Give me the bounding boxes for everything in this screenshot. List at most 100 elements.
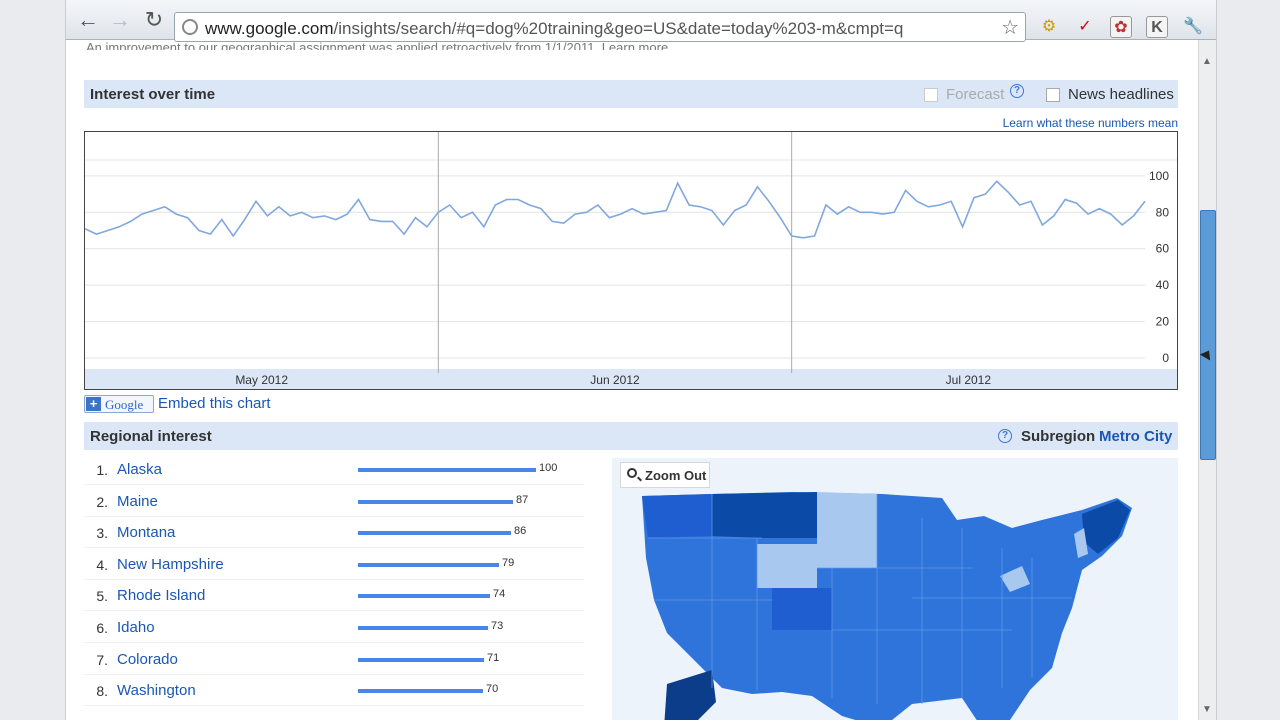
region-row: 1. Alaska 100 bbox=[84, 454, 584, 485]
map-region-colorado bbox=[772, 588, 832, 630]
region-row: 5. Rhode Island 74 bbox=[84, 580, 584, 612]
region-bar bbox=[358, 562, 499, 567]
zoom-out-label: Zoom Out bbox=[645, 468, 707, 483]
url-text: www.google.com/insights/search/#q=dog%20… bbox=[205, 19, 903, 39]
url-path: /insights/search/#q=dog%20training&geo=U… bbox=[333, 19, 904, 38]
browser-window: ← → ↻ www.google.com/insights/search/#q=… bbox=[66, 0, 1216, 720]
interest-header: Interest over time Forecast ? News headl… bbox=[84, 80, 1178, 108]
scroll-up-arrow-icon[interactable]: ▲ bbox=[1202, 56, 1212, 67]
page-content: An improvement to our geographical assig… bbox=[84, 40, 1180, 720]
region-name-link[interactable]: Montana bbox=[117, 524, 175, 541]
map-region-alaska bbox=[664, 670, 716, 720]
region-value: 74 bbox=[493, 588, 506, 601]
region-value: 71 bbox=[487, 651, 500, 664]
region-rank: 8. bbox=[96, 683, 108, 700]
vertical-scrollbar[interactable]: ▲ ▼ bbox=[1198, 40, 1216, 720]
region-bar bbox=[358, 499, 513, 504]
y-tick-label: 60 bbox=[1156, 242, 1170, 256]
wrench-icon[interactable]: 🔧 bbox=[1182, 16, 1204, 38]
forecast-checkbox[interactable] bbox=[924, 88, 938, 102]
region-row: 7. Colorado 71 bbox=[84, 644, 584, 675]
map-region-south-dakota bbox=[817, 534, 877, 568]
browser-toolbar: ← → ↻ www.google.com/insights/search/#q=… bbox=[66, 0, 1216, 42]
region-rank: 6. bbox=[96, 620, 108, 636]
region-name-link[interactable]: Idaho bbox=[117, 619, 155, 636]
map-region-north-dakota bbox=[817, 492, 877, 534]
plus-icon: + bbox=[86, 397, 101, 411]
region-bar bbox=[358, 468, 536, 472]
extension-k-box-icon[interactable]: K bbox=[1146, 16, 1168, 38]
series-line[interactable] bbox=[84, 180, 1146, 239]
y-tick-label: 100 bbox=[1149, 169, 1169, 183]
zoom-out-button[interactable]: Zoom Out bbox=[620, 462, 710, 488]
us-map-svg bbox=[642, 492, 1132, 720]
map-region-washington bbox=[642, 494, 712, 538]
region-row: 3. Montana 86 bbox=[84, 517, 584, 549]
back-arrow-icon[interactable]: ← bbox=[76, 8, 100, 32]
scroll-down-arrow-icon[interactable]: ▼ bbox=[1202, 704, 1212, 715]
desktop-right-edge bbox=[1216, 0, 1280, 720]
region-value: 87 bbox=[516, 493, 529, 506]
y-tick-label: 20 bbox=[1156, 315, 1170, 329]
region-value: 100 bbox=[539, 462, 558, 474]
region-row: 8. Washington 70 bbox=[84, 675, 584, 707]
help-icon[interactable]: ? bbox=[1010, 84, 1024, 98]
region-value: 73 bbox=[491, 620, 504, 632]
region-rank: 1. bbox=[96, 462, 108, 478]
metro-city-link[interactable]: Metro City bbox=[1099, 428, 1172, 445]
interest-chart-svg: 100 80 60 40 20 0 May 2012 Jun 2012 Jul 2012 bbox=[84, 132, 1177, 389]
reload-icon[interactable]: ↻ bbox=[142, 8, 166, 32]
bookmark-star-icon[interactable]: ☆ bbox=[1001, 15, 1019, 40]
y-tick-label: 0 bbox=[1162, 351, 1169, 365]
region-value: 86 bbox=[514, 525, 527, 538]
region-name-link[interactable]: Alaska bbox=[117, 461, 162, 478]
extension-flower-icon[interactable]: ✿ bbox=[1110, 16, 1132, 38]
news-headlines-checkbox[interactable] bbox=[1046, 88, 1060, 102]
google-button-label: Google bbox=[105, 397, 144, 412]
region-rank: 3. bbox=[96, 525, 108, 542]
region-row: 2. Maine 87 bbox=[84, 486, 584, 517]
interest-chart: 100 80 60 40 20 0 May 2012 Jun 2012 Jul 2012 bbox=[84, 131, 1178, 390]
subregion-label: Subregion bbox=[1021, 428, 1096, 445]
x-tick-label: Jul 2012 bbox=[946, 373, 992, 387]
map-region-montana bbox=[712, 492, 817, 538]
region-row: 4. New Hampshire 79 bbox=[84, 549, 584, 580]
region-name-link[interactable]: Rhode Island bbox=[117, 587, 205, 604]
region-rank: 5. bbox=[96, 588, 108, 605]
add-to-google-button[interactable]: + Google bbox=[84, 395, 154, 413]
region-bar bbox=[358, 594, 490, 599]
interest-title: Interest over time bbox=[90, 86, 216, 103]
region-name-link[interactable]: Washington bbox=[117, 682, 196, 699]
x-tick-label: Jun 2012 bbox=[590, 373, 640, 387]
region-bar bbox=[358, 657, 484, 662]
learn-numbers-link[interactable]: Learn what these numbers mean bbox=[1003, 116, 1178, 130]
address-bar[interactable]: www.google.com/insights/search/#q=dog%20… bbox=[174, 12, 1026, 42]
extension-gear-icon[interactable]: ⚙ bbox=[1038, 16, 1060, 38]
desktop-left-edge bbox=[0, 0, 66, 720]
subregion-help-icon[interactable]: ? bbox=[998, 429, 1012, 443]
region-value: 70 bbox=[486, 683, 499, 696]
x-tick-label: May 2012 bbox=[235, 373, 288, 387]
region-value: 79 bbox=[502, 556, 515, 569]
geo-notice: An improvement to our geographical assig… bbox=[86, 40, 669, 50]
us-map[interactable]: Zoom Out bbox=[612, 458, 1178, 720]
globe-icon bbox=[182, 19, 198, 35]
extension-k-icon[interactable]: ✓ bbox=[1074, 16, 1096, 38]
embed-chart-link[interactable]: Embed this chart bbox=[158, 395, 271, 412]
region-rank: 7. bbox=[96, 651, 108, 668]
news-headlines-label: News headlines bbox=[1068, 86, 1174, 103]
y-tick-label: 40 bbox=[1156, 278, 1170, 292]
region-bar bbox=[358, 689, 483, 694]
url-host: www.google.com bbox=[205, 19, 334, 38]
region-name-link[interactable]: Colorado bbox=[117, 651, 178, 668]
region-bar bbox=[358, 531, 511, 536]
region-name-link[interactable]: New Hampshire bbox=[117, 556, 224, 573]
scrollbar-thumb[interactable] bbox=[1200, 210, 1216, 460]
y-tick-label: 80 bbox=[1156, 205, 1170, 219]
forecast-label: Forecast bbox=[946, 86, 1005, 103]
forward-arrow-icon[interactable]: → bbox=[108, 8, 132, 32]
region-rank: 2. bbox=[96, 493, 108, 510]
region-row: 6. Idaho 73 bbox=[84, 612, 584, 643]
region-name-link[interactable]: Maine bbox=[117, 493, 158, 510]
region-bar bbox=[358, 626, 488, 630]
